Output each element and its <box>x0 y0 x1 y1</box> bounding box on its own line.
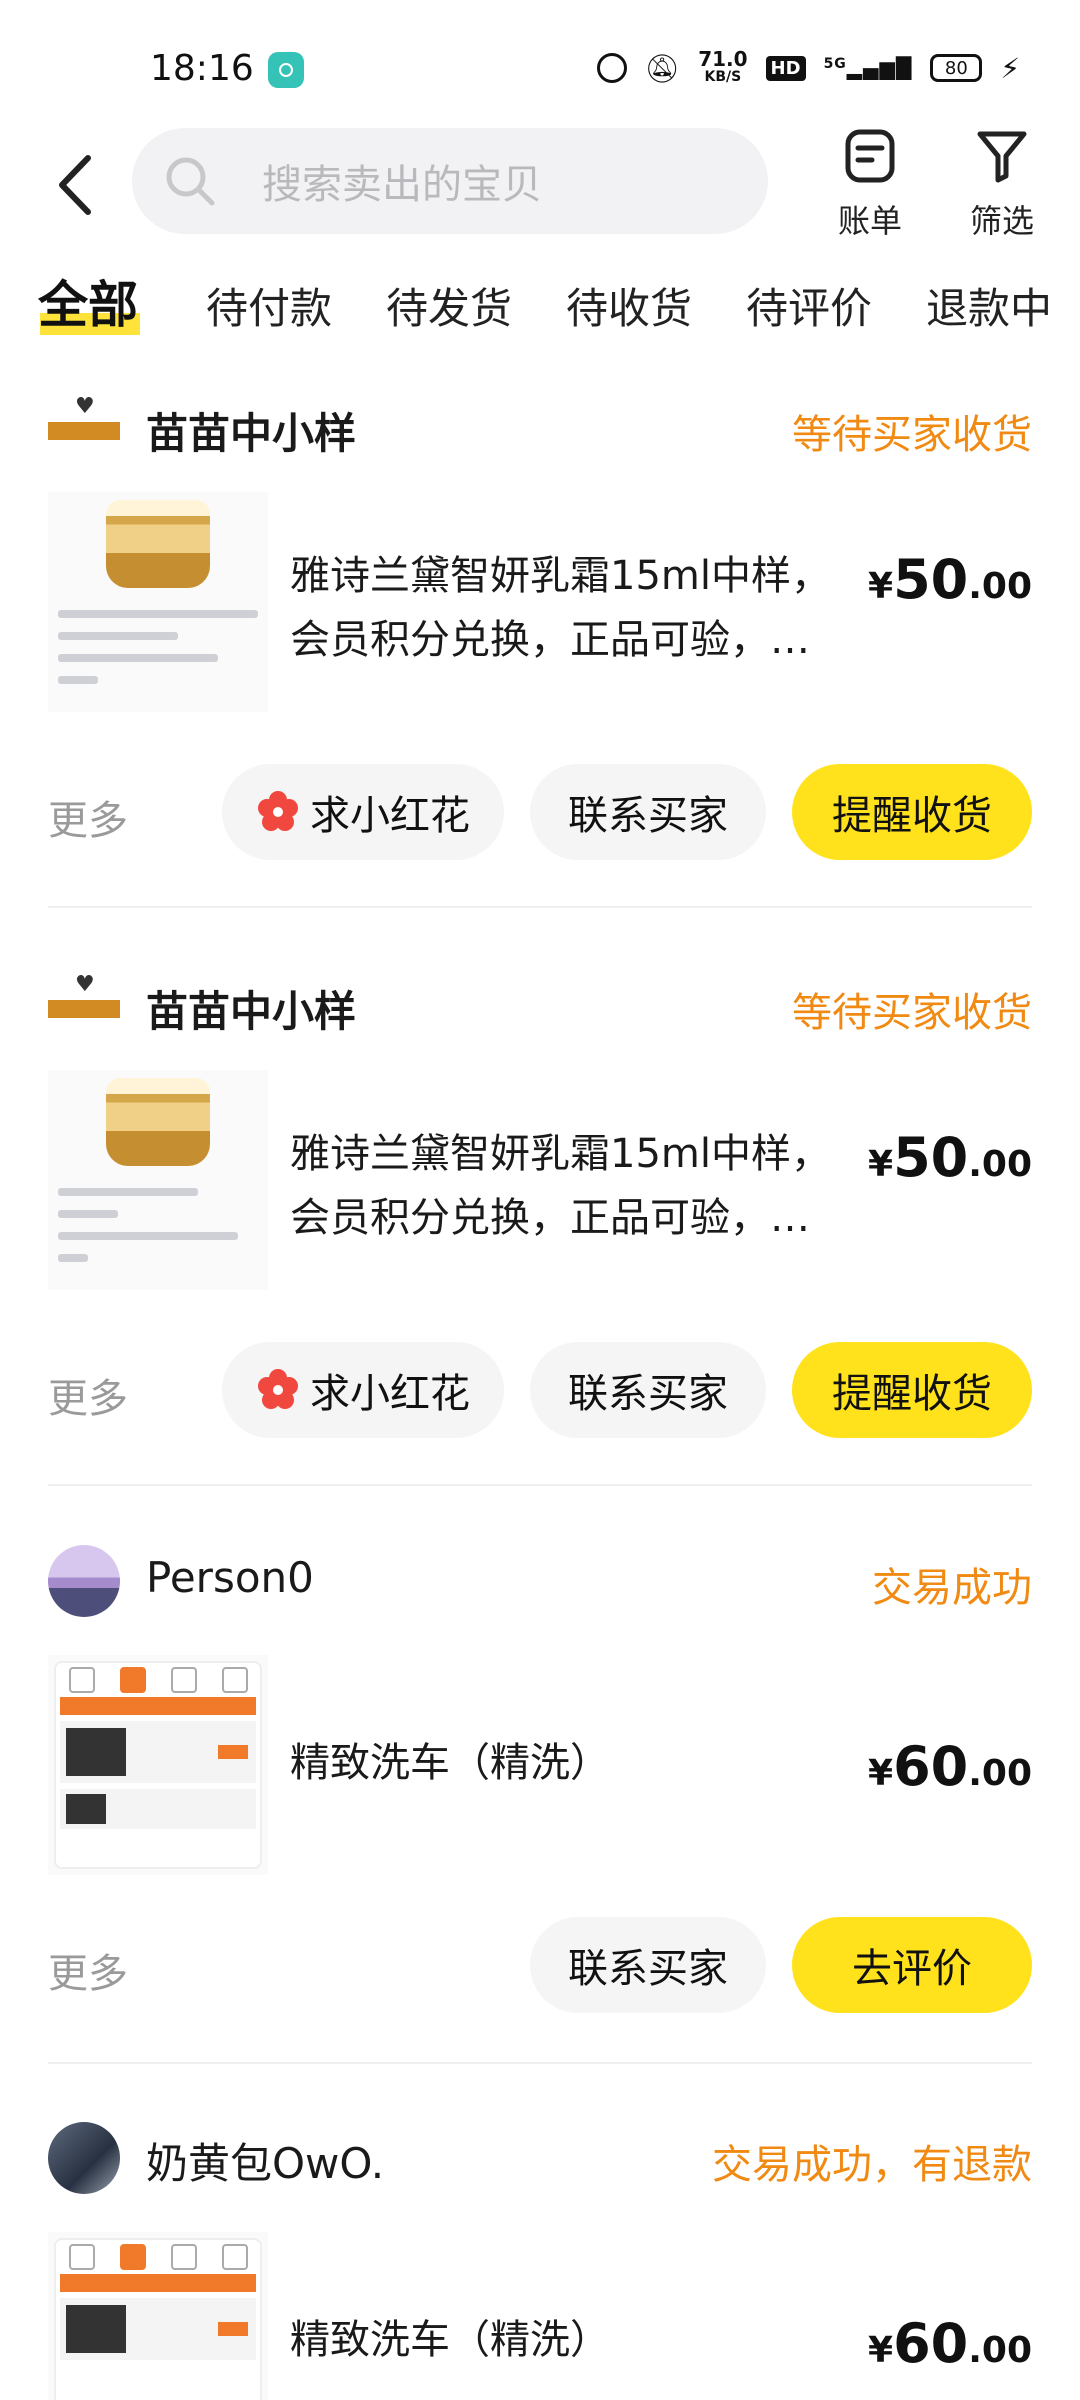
order-status: 交易成功 <box>872 1565 1032 1611</box>
ask-flower-button[interactable]: 求小红花 <box>222 1342 504 1438</box>
flower-icon <box>256 790 300 834</box>
buyer-avatar <box>48 2122 120 2194</box>
search-placeholder: 搜索卖出的宝贝 <box>262 162 542 208</box>
divider <box>48 906 1032 908</box>
buyer-avatar <box>48 1545 120 1617</box>
tab-refunding[interactable]: 退款中 <box>926 275 1052 336</box>
divider <box>48 2062 1032 2064</box>
remind-receipt-button[interactable]: 提醒收货 <box>792 764 1032 860</box>
search-icon <box>166 157 215 206</box>
buyer-name: Person0 <box>146 1553 314 1602</box>
order-actions: 更多 联系买家 去评价 <box>0 1917 1080 2013</box>
order-card[interactable]: 苗苗中小样 等待买家收货 雅诗兰黛智妍乳霜15ml中样， 会员积分兑换，正品可验… <box>0 970 1080 1490</box>
product-title[interactable]: 精致洗车（精洗） <box>290 2308 850 2372</box>
product-image[interactable] <box>48 1070 268 1290</box>
ask-flower-button[interactable]: 求小红花 <box>222 764 504 860</box>
battery-icon: 80 <box>930 54 983 82</box>
shop-logo <box>48 972 120 1036</box>
tab-pending-payment[interactable]: 待付款 <box>206 275 332 336</box>
order-card[interactable]: 苗苗中小样 等待买家收货 雅诗兰黛智妍乳霜15ml中样， 会员积分兑换，正品可验… <box>0 392 1080 912</box>
tab-pending-review[interactable]: 待评价 <box>746 275 872 336</box>
shop-logo <box>48 394 120 458</box>
review-button[interactable]: 去评价 <box>792 1917 1032 2013</box>
tab-pending-receipt[interactable]: 待收货 <box>566 275 692 336</box>
filter-label: 筛选 <box>969 202 1034 240</box>
product-price: ¥60.00 <box>868 2312 1032 2375</box>
contact-buyer-button[interactable]: 联系买家 <box>530 764 766 860</box>
order-status: 交易成功，有退款 <box>712 2142 1032 2188</box>
search-input[interactable]: 搜索卖出的宝贝 <box>132 128 768 234</box>
product-image[interactable] <box>48 2232 268 2400</box>
header: 搜索卖出的宝贝 账单 筛选 <box>0 120 1080 250</box>
tab-all[interactable]: 全部 <box>38 265 138 337</box>
product-price: ¥50.00 <box>868 548 1032 611</box>
shop-name: 苗苗中小样 <box>146 409 357 458</box>
more-button[interactable]: 更多 <box>48 1941 128 1999</box>
shop-row[interactable]: 苗苗中小样 等待买家收货 <box>48 392 1032 464</box>
tab-pending-shipment[interactable]: 待发货 <box>386 275 512 336</box>
charging-icon: ⚡︎ <box>1000 51 1020 85</box>
status-time: 18:16 <box>150 48 254 89</box>
shop-name: 苗苗中小样 <box>146 987 357 1036</box>
remind-receipt-button[interactable]: 提醒收货 <box>792 1342 1032 1438</box>
more-button[interactable]: 更多 <box>48 788 128 846</box>
back-button[interactable] <box>48 150 108 220</box>
alarm-icon <box>596 53 627 83</box>
product-image[interactable] <box>48 492 268 712</box>
order-card[interactable]: Person0 交易成功 精致洗车（精洗） ¥60.00 更多 联系买家 去评价 <box>0 1545 1080 2065</box>
shop-row[interactable]: 苗苗中小样 等待买家收货 <box>48 970 1032 1042</box>
product-price: ¥60.00 <box>868 1735 1032 1798</box>
product-title[interactable]: 精致洗车（精洗） <box>290 1731 850 1795</box>
product-title[interactable]: 雅诗兰黛智妍乳霜15ml中样， 会员积分兑换，正品可验，… <box>290 1122 850 1250</box>
contact-buyer-button[interactable]: 联系买家 <box>530 1917 766 2013</box>
status-bar: 18:16 🔕︎ 71.0 KB/S HD 5G▂▄▆█ 80 ⚡︎ <box>0 0 1080 130</box>
bill-label: 账单 <box>837 202 902 240</box>
buyer-name: 奶黄包OwO. <box>146 2139 385 2188</box>
bill-icon <box>845 129 895 183</box>
product-image[interactable] <box>48 1655 268 1875</box>
divider <box>48 1484 1032 1486</box>
filter-button[interactable]: 筛选 <box>952 120 1052 250</box>
chevron-left-icon <box>59 155 91 215</box>
shop-row[interactable]: 奶黄包OwO. 交易成功，有退款 <box>48 2122 1032 2194</box>
order-tabs: 全部 待付款 待发货 待收货 待评价 退款中 <box>0 265 1080 345</box>
mute-icon: 🔕︎ <box>644 51 681 85</box>
order-status: 等待买家收货 <box>792 412 1032 458</box>
shop-row[interactable]: Person0 交易成功 <box>48 1545 1032 1617</box>
filter-icon <box>977 131 1027 183</box>
bill-button[interactable]: 账单 <box>820 120 920 250</box>
product-price: ¥50.00 <box>868 1126 1032 1189</box>
more-button[interactable]: 更多 <box>48 1366 128 1424</box>
signal-icon: 5G▂▄▆█ <box>823 56 913 80</box>
flower-icon <box>256 1368 300 1412</box>
contact-buyer-button[interactable]: 联系买家 <box>530 1342 766 1438</box>
app-notification-icon <box>268 52 304 88</box>
order-actions: 更多 求小红花 联系买家 提醒收货 <box>0 764 1080 860</box>
product-title[interactable]: 雅诗兰黛智妍乳霜15ml中样， 会员积分兑换，正品可验，… <box>290 544 850 672</box>
hd-icon: HD <box>765 55 806 81</box>
order-status: 等待买家收货 <box>792 990 1032 1036</box>
order-card[interactable]: 奶黄包OwO. 交易成功，有退款 精致洗车（精洗） ¥60.00 <box>0 2122 1080 2400</box>
network-speed: 71.0 KB/S <box>698 47 748 85</box>
order-actions: 更多 求小红花 联系买家 提醒收货 <box>0 1342 1080 1438</box>
